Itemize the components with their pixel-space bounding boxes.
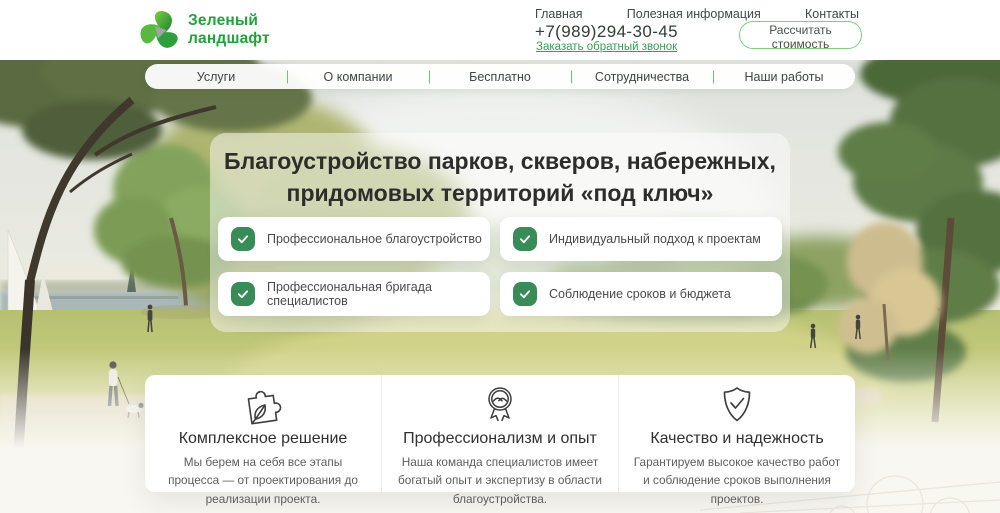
benefit-card-complex-solution: Комплексное решение Мы берем на себя все… [145,375,381,506]
feature-badge-label: Профессиональное благоустройство [267,232,482,246]
benefit-card-title: Качество и надежность [650,430,824,447]
benefit-card-title: Комплексное решение [178,430,348,447]
brand-name: Зеленый ландшафт [188,12,270,48]
main-menu: Услуги О компании Бесплатно Сотрудничест… [145,64,855,89]
calculate-cost-button[interactable]: Рассчитать стоимость [739,21,862,51]
benefit-card-text: Мы берем на себя все этапы процесса — от… [168,455,358,506]
menu-item-services[interactable]: Услуги [145,70,287,84]
feature-badge-1: Профессиональное благоустройство [218,217,490,261]
top-link-useful-info[interactable]: Полезная информация [627,7,761,21]
benefit-card-text: Наша команда специалистов имеет богатый … [398,455,602,506]
menu-item-our-works[interactable]: Наши работы [713,70,855,84]
landing-page: Зеленый ландшафт Главная Полезная информ… [0,0,1000,513]
feature-badge-4: Соблюдение сроков и бюджета [500,272,782,316]
top-header: Зеленый ландшафт Главная Полезная информ… [0,0,1000,60]
callback-request-link[interactable]: Заказать обратный звонок [536,41,677,53]
feature-badges: Профессиональное благоустройство Индивид… [218,217,782,316]
check-icon [513,282,537,306]
check-icon [513,227,537,251]
brand-logo[interactable]: Зеленый ландшафт [139,8,270,52]
benefit-card-quality: Качество и надежность Гарантируем высоко… [618,375,855,506]
hero-title-line1: Благоустройство парков, скверов, набереж… [224,148,776,174]
feature-badge-label: Соблюдение сроков и бюджета [549,287,731,301]
benefits-section: Комплексное решение Мы берем на себя все… [145,375,855,506]
top-link-contacts[interactable]: Контакты [805,7,859,21]
hero-title-line2: придомовых территорий «под ключ» [286,179,714,206]
check-icon [231,282,255,306]
shield-check-icon [723,387,751,422]
check-icon [231,227,255,251]
top-link-home[interactable]: Главная [535,7,583,21]
feature-badge-3: Профессиональная бригада специалистов [218,272,490,316]
feature-badge-label: Профессиональная бригада специалистов [267,280,432,308]
phone-number[interactable]: +7(989)294-30-45 [535,22,678,42]
benefit-card-text: Гарантируем высокое качество работ и соб… [633,455,841,506]
benefit-card-title: Профессионализм и опыт [403,430,597,447]
menu-item-about[interactable]: О компании [287,70,429,84]
brand-logo-icon [140,11,178,48]
hero-title: Благоустройство парков, скверов, набереж… [218,146,782,209]
feature-badge-label: Индивидуальный подход к проектам [549,232,761,246]
medal-handshake-icon [488,387,512,422]
menu-item-free[interactable]: Бесплатно [429,70,571,84]
benefit-card-professionalism: Профессионализм и опыт Наша команда спец… [381,375,618,506]
brand-name-line1: Зеленый [188,12,259,30]
hero-panel: Благоустройство парков, скверов, набереж… [210,133,790,332]
feature-badge-2: Индивидуальный подход к проектам [500,217,782,261]
top-links-nav: Главная Полезная информация Контакты [535,7,859,21]
menu-item-cooperation[interactable]: Сотрудничества [571,70,713,84]
puzzle-leaf-icon [247,390,282,425]
brand-name-line2: ландшафт [188,30,270,47]
